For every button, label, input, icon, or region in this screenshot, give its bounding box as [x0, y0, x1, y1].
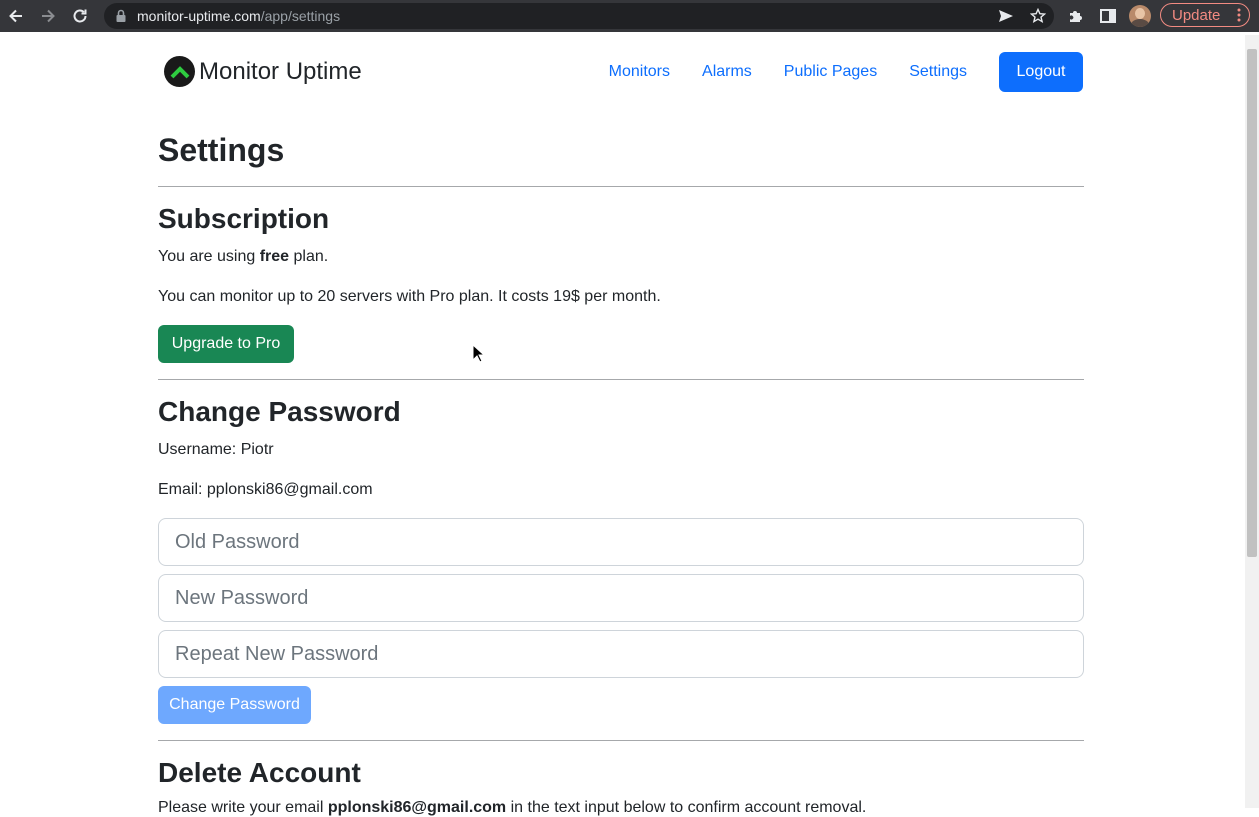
- extensions-button[interactable]: [1060, 0, 1092, 32]
- more-vertical-icon: [1237, 8, 1241, 22]
- divider: [158, 740, 1084, 741]
- delete-instruction: Please write your email pplonski86@gmail…: [158, 799, 866, 817]
- url-path: /app/settings: [260, 8, 341, 24]
- nav-links: Monitors Alarms Public Pages Settings Lo…: [609, 52, 1084, 92]
- nav-link-monitors[interactable]: Monitors: [609, 63, 670, 81]
- new-password-input[interactable]: [158, 574, 1084, 622]
- browser-toolbar: monitor-uptime.com/app/settings Update: [0, 0, 1259, 32]
- address-bar[interactable]: monitor-uptime.com/app/settings: [104, 3, 1054, 29]
- brand-link[interactable]: Monitor Uptime: [164, 56, 362, 87]
- side-panel-icon: [1100, 9, 1116, 23]
- page-scrollbar[interactable]: [1245, 35, 1259, 808]
- change-password-heading: Change Password: [158, 396, 401, 427]
- pro-plan-info: You can monitor up to 20 servers with Pr…: [158, 288, 661, 305]
- plan-suffix: plan.: [289, 248, 329, 265]
- repeat-password-input[interactable]: [158, 630, 1084, 678]
- plan-prefix: You are using: [158, 248, 260, 265]
- arrow-left-icon: [9, 9, 22, 23]
- update-button[interactable]: Update: [1160, 3, 1250, 27]
- plan-text: You are using free plan.: [158, 248, 328, 266]
- page-title: Settings: [158, 132, 285, 168]
- puzzle-icon: [1070, 11, 1082, 22]
- divider: [158, 186, 1084, 187]
- lock-icon: [116, 9, 126, 22]
- avatar: [1129, 5, 1151, 27]
- nav-link-settings[interactable]: Settings: [909, 63, 967, 81]
- logo-icon: [164, 56, 195, 87]
- reload-icon: [73, 9, 87, 23]
- nav-link-public-pages[interactable]: Public Pages: [784, 63, 877, 81]
- mouse-cursor-icon: [472, 344, 486, 363]
- bookmark-button[interactable]: [1022, 3, 1054, 29]
- divider: [158, 379, 1084, 380]
- change-password-button[interactable]: Change Password: [158, 686, 311, 724]
- forward-button[interactable]: [32, 0, 64, 32]
- plan-name: free: [259, 248, 290, 265]
- send-icon: [999, 10, 1013, 22]
- reload-button[interactable]: [64, 0, 96, 32]
- scrollbar-thumb[interactable]: [1247, 49, 1257, 557]
- logout-button[interactable]: Logout: [999, 52, 1083, 92]
- top-navbar: Monitor Uptime Monitors Alarms Public Pa…: [158, 35, 1084, 110]
- send-tab-button[interactable]: [990, 3, 1022, 29]
- nav-link-alarms[interactable]: Alarms: [702, 63, 752, 81]
- back-button[interactable]: [0, 0, 32, 32]
- email-line: Email: pplonski86@gmail.com: [158, 481, 373, 498]
- update-label: Update: [1172, 6, 1221, 24]
- brand-name: Monitor Uptime: [199, 57, 362, 85]
- subscription-heading: Subscription: [158, 203, 330, 234]
- profile-button[interactable]: [1124, 0, 1156, 32]
- arrow-right-icon: [42, 9, 55, 23]
- side-panel-button[interactable]: [1092, 0, 1124, 32]
- url-text: monitor-uptime.com/app/settings: [137, 8, 340, 24]
- username-line: Username: Piotr: [158, 441, 274, 458]
- old-password-input[interactable]: [158, 518, 1084, 566]
- upgrade-to-pro-button[interactable]: Upgrade to Pro: [158, 325, 294, 363]
- star-icon: [1030, 8, 1046, 24]
- url-domain: monitor-uptime.com: [137, 8, 261, 24]
- page-content: Monitor Uptime Monitors Alarms Public Pa…: [0, 35, 1245, 816]
- delete-account-heading: Delete Account: [158, 757, 361, 788]
